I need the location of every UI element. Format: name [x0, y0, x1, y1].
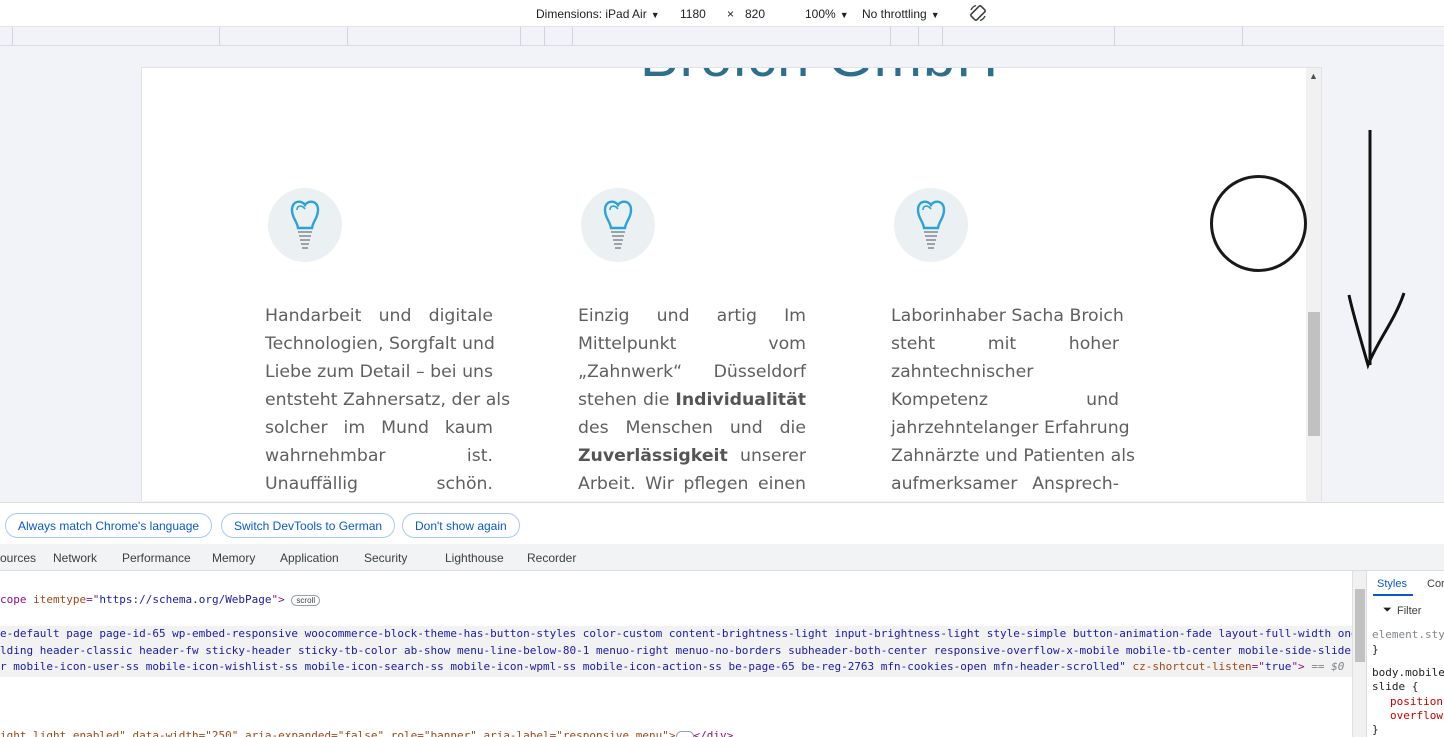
- bold-text: Zuverlässigkeit: [578, 446, 728, 466]
- chevron-down-icon: ▼: [839, 10, 849, 20]
- text-line: steht mit hoher: [891, 334, 1119, 354]
- tab-sources[interactable]: ources: [0, 551, 36, 565]
- device-viewport[interactable]: Broich GmbH Handarbeit und digitale Tech…: [141, 67, 1322, 501]
- dont-show-again-button[interactable]: Don't show again: [402, 513, 520, 538]
- text-line: des Menschen und die: [578, 418, 806, 438]
- active-tab-indicator: [1373, 594, 1413, 596]
- text-line: solcher im Mund kaum: [265, 418, 493, 438]
- style-rule-brace: }: [1372, 723, 1379, 736]
- feature-text-2: Einzig und artig Im Mittelpunkt vom „Zah…: [578, 302, 806, 498]
- text-line: zahntechnischer: [891, 362, 1034, 382]
- chevron-down-icon: ▼: [930, 10, 940, 20]
- text-line: Handarbeit und digitale: [265, 306, 493, 326]
- scrollbar-thumb[interactable]: [1308, 312, 1320, 436]
- tooth-implant-icon: [581, 188, 655, 262]
- tab-application[interactable]: Application: [280, 551, 339, 565]
- tooth-implant-icon: [894, 188, 968, 262]
- page-scrollbar[interactable]: ▲: [1306, 68, 1321, 501]
- styles-pane: Styles Cor ⏷ Filter element.style } body…: [1366, 571, 1444, 737]
- tooth-implant-icon: [268, 188, 342, 262]
- chevron-down-icon: ▼: [650, 10, 660, 20]
- elements-scrollbar[interactable]: [1352, 571, 1366, 737]
- text-line: aufmerksamer Ansprech-: [891, 474, 1119, 494]
- scrollbar-thumb[interactable]: [1355, 589, 1365, 662]
- text-line: Einzig und artig Im: [578, 306, 806, 326]
- rotate-icon[interactable]: [968, 3, 988, 26]
- selected-node-marker: == $0: [1311, 660, 1345, 673]
- elements-panel[interactable]: cope itemtype="https://schema.org/WebPag…: [0, 571, 1352, 737]
- dom-line[interactable]: cope itemtype="https://schema.org/WebPag…: [0, 593, 321, 606]
- style-property[interactable]: overflow-: [1390, 709, 1444, 722]
- text-line: stehen die Individualität: [578, 390, 806, 410]
- page-heading: Broich GmbH: [640, 68, 999, 90]
- tab-computed[interactable]: Cor: [1427, 578, 1444, 590]
- ellipsis-badge[interactable]: …: [675, 731, 694, 737]
- text-line: Mittelpunkt vom: [578, 334, 806, 354]
- style-property[interactable]: position: [1390, 695, 1443, 708]
- style-rule-selector: element.style: [1372, 628, 1444, 641]
- text-line: Unauffällig schön.: [265, 474, 493, 494]
- annotation-circle: [1210, 175, 1307, 272]
- feature-text-1: Handarbeit und digitale Technologien, So…: [265, 302, 511, 498]
- tab-lighthouse[interactable]: Lighthouse: [445, 551, 504, 565]
- scroll-badge[interactable]: scroll: [291, 595, 321, 606]
- text-line: Zahnärzte und Patienten als: [891, 446, 1136, 466]
- text-line: Liebe zum Detail – bei uns: [265, 362, 493, 382]
- zoom-dropdown[interactable]: 100% ▼: [805, 7, 849, 21]
- text-line: Laborinhaber Sacha Broich: [891, 306, 1124, 326]
- devtools-tabs: ources Network Performance Memory Applic…: [0, 544, 1444, 571]
- filter-input[interactable]: Filter: [1397, 605, 1421, 617]
- tab-memory[interactable]: Memory: [212, 551, 255, 565]
- device-toolbar: Dimensions: iPad Air ▼ 1180 × 820 100% ▼ N…: [0, 0, 1444, 27]
- switch-german-button[interactable]: Switch DevTools to German: [221, 513, 396, 538]
- bold-text: Individualität: [675, 390, 806, 410]
- times-label: ×: [727, 7, 735, 21]
- dom-line[interactable]: ight light enabled" data-width="250" ari…: [0, 729, 733, 737]
- text-line: Kompetenz und: [891, 390, 1119, 410]
- text-line: Technologien, Sorgfalt und: [265, 334, 495, 354]
- dom-line[interactable]: lding header-classic header-fw sticky-he…: [0, 644, 1351, 657]
- style-rule-brace: }: [1372, 643, 1379, 656]
- dom-line[interactable]: e-default page page-id-65 wp-embed-respo…: [0, 627, 1352, 640]
- text-line: Arbeit. Wir pflegen einen: [578, 474, 806, 494]
- filter-icon: ⏷: [1383, 604, 1392, 616]
- tab-performance[interactable]: Performance: [122, 551, 191, 565]
- scroll-up-arrow-icon[interactable]: ▲: [1309, 71, 1318, 81]
- dom-line[interactable]: r mobile-icon-user-ss mobile-icon-wishli…: [0, 660, 1344, 673]
- text-line: jahrzehntelanger Erfahrung: [891, 418, 1130, 438]
- dimensions-dropdown[interactable]: Dimensions: iPad Air ▼: [536, 7, 660, 21]
- style-rule-selector: body.mobile-: [1372, 666, 1444, 679]
- text-line: wahrnehmbar ist.: [265, 446, 493, 466]
- annotation-down-arrow-icon: [1347, 130, 1406, 370]
- tab-recorder[interactable]: Recorder: [527, 551, 576, 565]
- language-infobar: Always match Chrome's language Switch De…: [0, 502, 1444, 544]
- tab-security[interactable]: Security: [364, 551, 407, 565]
- text-line: „Zahnwerk“ Düsseldorf: [578, 362, 806, 382]
- width-input[interactable]: 1180: [680, 7, 706, 21]
- tab-styles[interactable]: Styles: [1377, 578, 1407, 590]
- throttling-dropdown[interactable]: No throttling ▼: [862, 7, 940, 21]
- text-line: Zuverlässigkeit unserer: [578, 446, 806, 466]
- media-query-ruler[interactable]: [0, 27, 1444, 46]
- height-input[interactable]: 820: [745, 7, 765, 21]
- text-line: entsteht Zahnersatz, der als: [265, 390, 511, 410]
- match-language-button[interactable]: Always match Chrome's language: [5, 513, 213, 538]
- feature-text-3: Laborinhaber Sacha Broich steht mit hohe…: [891, 302, 1136, 498]
- tab-network[interactable]: Network: [53, 551, 97, 565]
- style-rule-selector: slide {: [1372, 680, 1419, 693]
